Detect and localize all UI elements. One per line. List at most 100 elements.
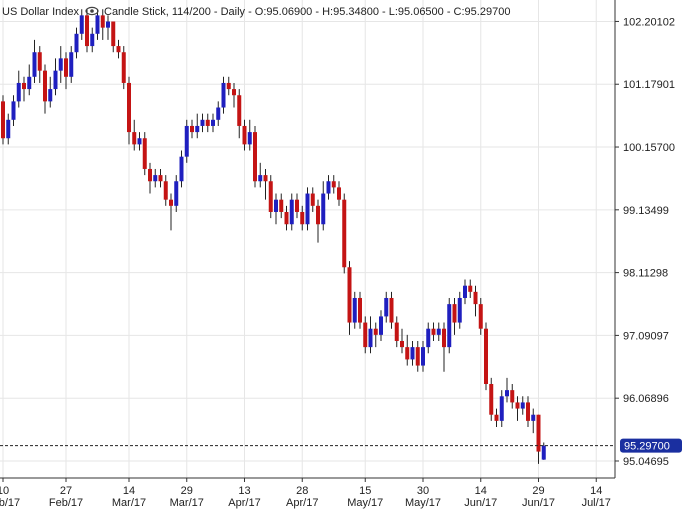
candle-down xyxy=(295,193,299,219)
candle-body xyxy=(195,125,200,133)
candle-up xyxy=(221,76,226,114)
candle-down xyxy=(389,291,394,329)
candle-body xyxy=(205,119,210,126)
candle-body xyxy=(326,181,331,194)
candle-down xyxy=(394,316,399,348)
price-tick-label: 97.09097 xyxy=(623,330,669,342)
candle-down xyxy=(373,322,378,348)
candle-body xyxy=(447,304,452,348)
candle-down xyxy=(442,322,446,372)
candle-down xyxy=(431,322,436,341)
candle-body xyxy=(127,82,131,133)
time-tick-month: Jul/17 xyxy=(582,497,611,509)
candle-body xyxy=(499,396,504,421)
candle-body xyxy=(153,175,158,182)
candle-body xyxy=(331,181,336,188)
candle-up xyxy=(174,175,179,212)
price-tick-label: 100.15700 xyxy=(623,142,675,154)
candle-down xyxy=(64,52,68,90)
price-tick-label: 98.11298 xyxy=(623,268,668,280)
candle-body xyxy=(389,297,394,323)
candle-body xyxy=(268,181,273,212)
time-tick-month: Mar/17 xyxy=(170,497,204,509)
candle-up xyxy=(16,70,21,108)
candle-body xyxy=(79,15,84,34)
time-tick-day: 29 xyxy=(181,485,193,497)
candles xyxy=(1,9,546,464)
candle-body xyxy=(132,132,137,145)
candle-up xyxy=(410,340,415,366)
symbol-label: US Dollar Index xyxy=(2,6,80,18)
last-price-label: 95.29700 xyxy=(624,441,670,453)
time-tick-month: Apr/17 xyxy=(286,497,318,509)
time-tick-day: 14 xyxy=(123,485,135,497)
candle-body xyxy=(64,58,68,77)
candle-down xyxy=(1,95,5,145)
candle-down xyxy=(316,199,320,243)
candle-up xyxy=(32,39,37,83)
candle-up xyxy=(384,291,389,323)
candle-up xyxy=(421,340,425,372)
candle-down xyxy=(452,297,457,335)
candle-up xyxy=(153,168,158,188)
candle-body xyxy=(379,316,383,335)
candle-up xyxy=(74,27,79,59)
candle-body xyxy=(321,193,326,225)
candle-body xyxy=(358,297,362,323)
candle-body xyxy=(163,181,168,200)
candle-down xyxy=(37,46,42,83)
candle-down xyxy=(310,187,315,212)
candle-body xyxy=(279,199,284,212)
candle-up xyxy=(79,9,84,40)
candle-up xyxy=(379,310,383,341)
price-tick-label: 99.13499 xyxy=(623,205,669,217)
candle-body xyxy=(6,119,11,139)
candle-up xyxy=(352,291,357,329)
candle-down xyxy=(263,168,268,200)
candle-body xyxy=(179,156,184,182)
candle-body xyxy=(16,82,21,102)
candle-up xyxy=(90,27,95,53)
candle-body xyxy=(442,328,446,348)
candle-body xyxy=(305,193,310,225)
candle-body xyxy=(148,168,152,182)
candle-down xyxy=(142,132,147,176)
candle-down xyxy=(253,125,257,188)
candle-body xyxy=(473,291,478,305)
candle-body xyxy=(347,267,352,323)
candle-body xyxy=(22,82,26,90)
candle-up xyxy=(505,377,509,403)
candle-up xyxy=(11,95,16,126)
candle-down xyxy=(169,193,173,231)
time-tick-month: Feb/17 xyxy=(49,497,83,509)
candle-up xyxy=(368,316,373,354)
candle-body xyxy=(190,125,194,133)
candle-body xyxy=(510,390,515,403)
candle-body xyxy=(106,21,110,28)
price-axis-ticks: 102.20102 101.17901 100.15700 99.13499 98.11… xyxy=(615,16,675,468)
candle-body xyxy=(342,199,347,268)
candle-down xyxy=(226,76,231,96)
candle-up xyxy=(463,279,467,305)
candle-up xyxy=(48,76,53,108)
candle-up xyxy=(289,193,294,231)
time-tick-month: Apr/17 xyxy=(228,497,260,509)
candle-down xyxy=(515,396,520,421)
candle-body xyxy=(463,285,467,298)
candle-body xyxy=(284,211,289,225)
candle-body xyxy=(468,285,473,292)
candle-body xyxy=(37,52,42,71)
time-tick-day: 10 xyxy=(0,485,9,497)
candle-up xyxy=(200,113,205,133)
candle-body xyxy=(90,33,95,47)
candle-body xyxy=(457,297,462,323)
time-tick-day: 14 xyxy=(475,485,487,497)
candle-body xyxy=(300,211,305,225)
time-tick-month: Mar/17 xyxy=(112,497,146,509)
candle-body xyxy=(258,175,263,182)
candle-body xyxy=(541,445,546,460)
candle-down xyxy=(116,39,121,59)
candle-body xyxy=(452,304,457,323)
eye-icon[interactable] xyxy=(85,6,99,16)
time-tick-day: 13 xyxy=(238,485,250,497)
